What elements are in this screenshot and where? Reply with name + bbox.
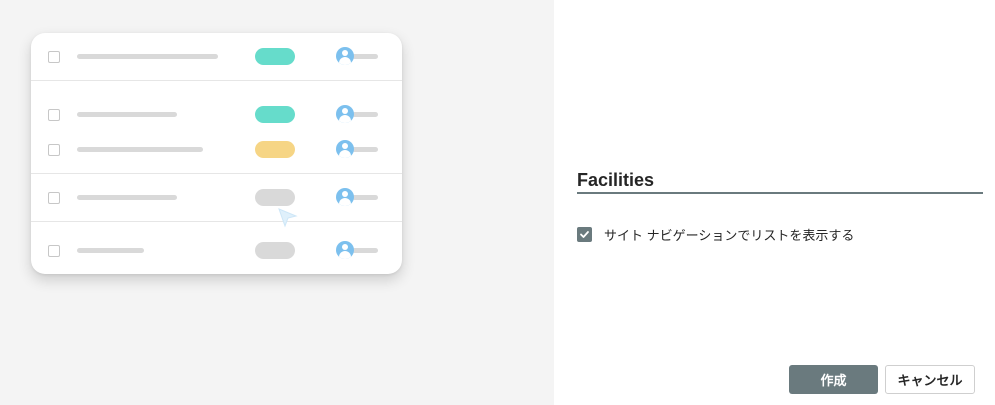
placeholder-text-line xyxy=(352,195,378,200)
show-in-nav-checkbox[interactable] xyxy=(577,226,592,242)
list-item xyxy=(31,188,402,209)
placeholder-text-line xyxy=(77,54,218,59)
list-preview-panel xyxy=(0,0,554,405)
show-in-nav-label: サイト ナビゲーションでリストを表示する xyxy=(604,227,855,243)
row-divider xyxy=(31,80,402,81)
status-pill xyxy=(255,48,295,65)
checkbox-icon xyxy=(48,51,60,63)
placeholder-text-line xyxy=(352,147,378,152)
cancel-button[interactable]: キャンセル xyxy=(885,365,975,394)
person-icon xyxy=(336,140,354,158)
placeholder-text-line xyxy=(352,54,378,59)
placeholder-text-line xyxy=(77,147,203,152)
placeholder-text-line xyxy=(77,248,144,253)
status-pill xyxy=(255,106,295,123)
checkbox-icon xyxy=(48,192,60,204)
placeholder-text-line xyxy=(77,195,177,200)
row-divider xyxy=(31,173,402,174)
checkbox-icon xyxy=(48,144,60,156)
status-pill xyxy=(255,189,295,206)
list-settings-panel: Facilities サイト ナビゲーションでリストを表示する 作成 キャンセル xyxy=(554,0,995,405)
person-icon xyxy=(336,241,354,259)
pointer-cursor-icon xyxy=(278,208,298,228)
checkmark-icon xyxy=(580,230,589,238)
list-item xyxy=(31,47,402,68)
placeholder-text-line xyxy=(77,112,177,117)
list-preview-card xyxy=(31,33,402,274)
status-pill xyxy=(255,242,295,259)
list-name-input[interactable]: Facilities xyxy=(577,168,983,194)
person-icon xyxy=(336,47,354,65)
person-icon xyxy=(336,188,354,206)
create-button[interactable]: 作成 xyxy=(789,365,878,394)
checkbox-icon xyxy=(48,109,60,121)
list-item xyxy=(31,241,402,262)
show-in-nav-option[interactable]: サイト ナビゲーションでリストを表示する xyxy=(577,226,855,243)
list-item xyxy=(31,105,402,126)
status-pill xyxy=(255,141,295,158)
placeholder-text-line xyxy=(352,248,378,253)
person-icon xyxy=(336,105,354,123)
checkbox-icon xyxy=(48,245,60,257)
row-divider xyxy=(31,221,402,222)
list-item xyxy=(31,140,402,161)
placeholder-text-line xyxy=(352,112,378,117)
create-list-dialog: Facilities サイト ナビゲーションでリストを表示する 作成 キャンセル xyxy=(0,0,995,405)
